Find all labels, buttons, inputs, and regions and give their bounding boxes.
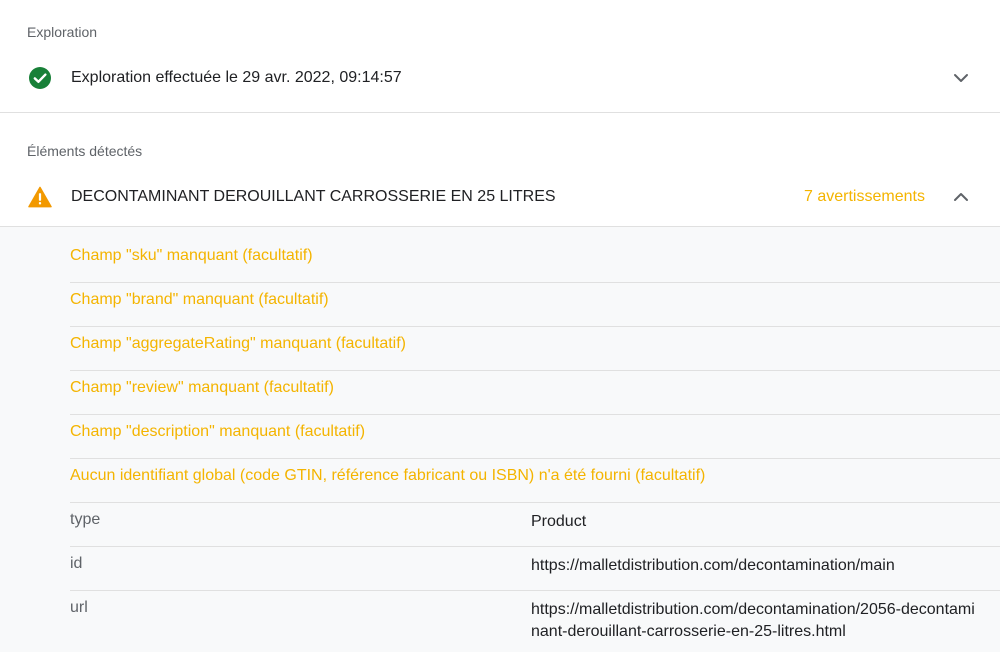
detected-section-label: Éléments détectés <box>27 143 143 159</box>
url-inspection-panel: Exploration Exploration effectuée le 29 … <box>0 0 1000 652</box>
warning-item[interactable]: Champ "aggregateRating" manquant (facult… <box>70 327 1000 371</box>
property-value: https://malletdistribution.com/decontami… <box>531 601 975 640</box>
property-row-type: type Product <box>70 503 1000 547</box>
property-key: type <box>70 511 101 528</box>
crawl-status-row[interactable]: Exploration effectuée le 29 avr. 2022, 0… <box>0 52 1000 104</box>
chevron-down-icon[interactable] <box>950 67 972 89</box>
property-row-id: id https://malletdistribution.com/decont… <box>70 547 1000 591</box>
warning-item[interactable]: Aucun identifiant global (code GTIN, réf… <box>70 459 1000 503</box>
warning-item[interactable]: Champ "sku" manquant (facultatif) <box>70 239 1000 283</box>
property-row-url: url https://malletdistribution.com/decon… <box>70 591 1000 652</box>
divider <box>0 112 1000 113</box>
property-key: id <box>70 555 83 572</box>
detected-item-title: DECONTAMINANT DEROUILLANT CARROSSERIE EN… <box>71 188 556 205</box>
property-value: Product <box>531 513 587 530</box>
warning-item[interactable]: Champ "review" manquant (facultatif) <box>70 371 1000 415</box>
warning-triangle-icon <box>28 185 52 209</box>
crawl-section-label: Exploration <box>27 24 98 40</box>
detected-item-row[interactable]: DECONTAMINANT DEROUILLANT CARROSSERIE EN… <box>0 171 1000 223</box>
warning-list: Champ "sku" manquant (facultatif) Champ … <box>70 239 1000 503</box>
warning-count: 7 avertissements <box>804 188 925 205</box>
property-value: https://malletdistribution.com/decontami… <box>531 557 895 574</box>
property-list: type Product id https://malletdistributi… <box>70 503 1000 652</box>
item-details-panel: Champ "sku" manquant (facultatif) Champ … <box>0 227 1000 652</box>
check-circle-icon <box>28 66 52 90</box>
chevron-up-icon[interactable] <box>950 186 972 208</box>
warning-item[interactable]: Champ "brand" manquant (facultatif) <box>70 283 1000 327</box>
warning-item[interactable]: Champ "description" manquant (facultatif… <box>70 415 1000 459</box>
property-key: url <box>70 599 88 616</box>
crawl-status-text: Exploration effectuée le 29 avr. 2022, 0… <box>71 69 402 86</box>
